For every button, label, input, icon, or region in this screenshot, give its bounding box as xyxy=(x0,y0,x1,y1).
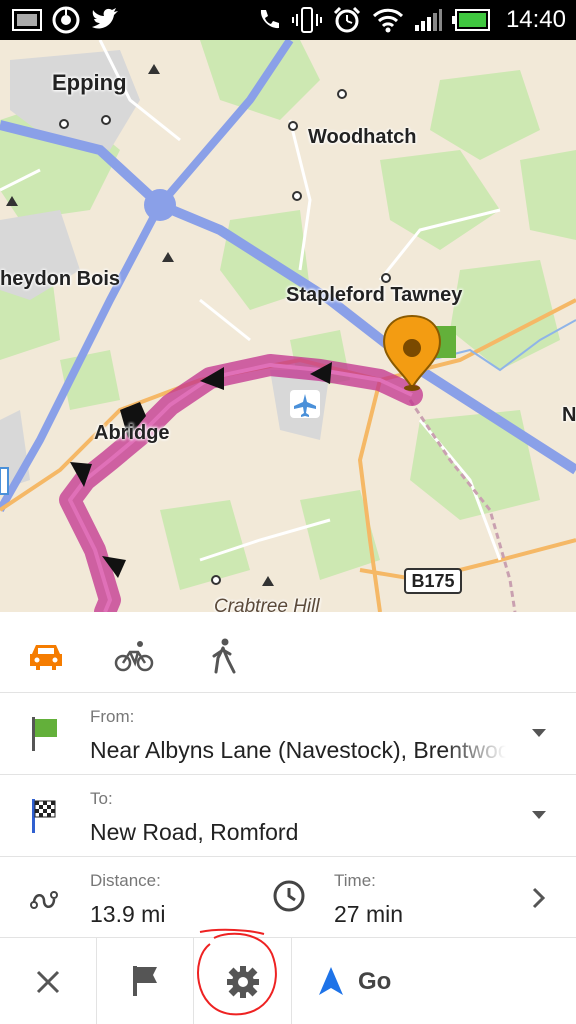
map-label-crabtree-hill: Crabtree Hill xyxy=(214,596,320,612)
road-shield-b175: B175 xyxy=(404,568,462,594)
flag-icon xyxy=(133,966,157,996)
airport-icon xyxy=(290,390,320,418)
to-value: New Road, Romford xyxy=(90,819,299,845)
from-row[interactable]: From: Near Albyns Lane (Navestock), Bren… xyxy=(0,692,576,774)
gear-icon xyxy=(227,966,259,998)
close-icon xyxy=(36,970,60,994)
map-label-abridge: Abridge xyxy=(94,422,170,444)
to-dropdown-icon[interactable] xyxy=(532,811,546,819)
bicycle-mode-button[interactable] xyxy=(114,636,154,676)
app-screen: 14:40 Epping Woodhatch heydon Bois Stapl… xyxy=(0,0,576,1024)
map-label-theydon-bois: heydon Bois xyxy=(0,268,121,290)
distance-label: Distance: xyxy=(90,871,161,890)
chevron-right-icon[interactable] xyxy=(532,887,546,909)
finish-flag-icon xyxy=(32,799,56,833)
map-label-stapleford-tawney: Stapleford Tawney xyxy=(286,284,463,306)
walk-mode-button[interactable] xyxy=(204,636,244,676)
start-flag-icon xyxy=(32,717,57,751)
battery-icon xyxy=(451,9,490,31)
map-label-woodhatch: Woodhatch xyxy=(308,126,417,148)
status-bar: 14:40 xyxy=(0,0,576,40)
chrome-icon xyxy=(52,6,80,34)
map-label-n: N xyxy=(562,404,576,426)
from-dropdown-icon[interactable] xyxy=(532,729,546,737)
close-button[interactable] xyxy=(0,938,97,1024)
car-icon xyxy=(30,645,62,670)
time-value: 27 min xyxy=(334,901,404,927)
navigation-arrow-icon xyxy=(319,967,343,995)
vibrate-icon xyxy=(291,7,322,33)
time-label: Time: xyxy=(334,871,376,890)
to-row[interactable]: To: New Road, Romford xyxy=(0,774,576,856)
action-bar: Go xyxy=(0,928,576,1024)
distance-value: 13.9 mi xyxy=(90,901,166,927)
route-settings-button[interactable] xyxy=(194,928,292,1024)
call-icon xyxy=(260,10,279,29)
route-panel: From: Near Albyns Lane (Navestock), Bren… xyxy=(0,612,576,1024)
map-view[interactable]: Epping Woodhatch heydon Bois Stapleford … xyxy=(0,40,576,612)
wifi-icon xyxy=(372,8,403,33)
walk-icon xyxy=(212,638,236,674)
map-label-epping: Epping xyxy=(52,70,127,95)
twitter-icon xyxy=(92,8,118,29)
go-button[interactable] xyxy=(292,938,576,1024)
from-value: Near Albyns Lane (Navestock), Brentwood xyxy=(90,737,506,763)
go-label: Go xyxy=(358,968,392,995)
status-time: 14:40 xyxy=(505,6,566,33)
signal-icon xyxy=(414,9,442,31)
car-mode-button[interactable] xyxy=(26,636,66,676)
to-label: To: xyxy=(90,789,113,808)
from-label: From: xyxy=(90,707,135,726)
screenshot-icon xyxy=(12,9,42,31)
clock-icon xyxy=(273,880,305,912)
bicycle-icon xyxy=(114,641,154,672)
map-canvas xyxy=(0,40,576,612)
transport-mode-bar xyxy=(0,612,576,692)
route-distance-icon xyxy=(30,891,58,909)
alarm-icon xyxy=(333,6,360,33)
